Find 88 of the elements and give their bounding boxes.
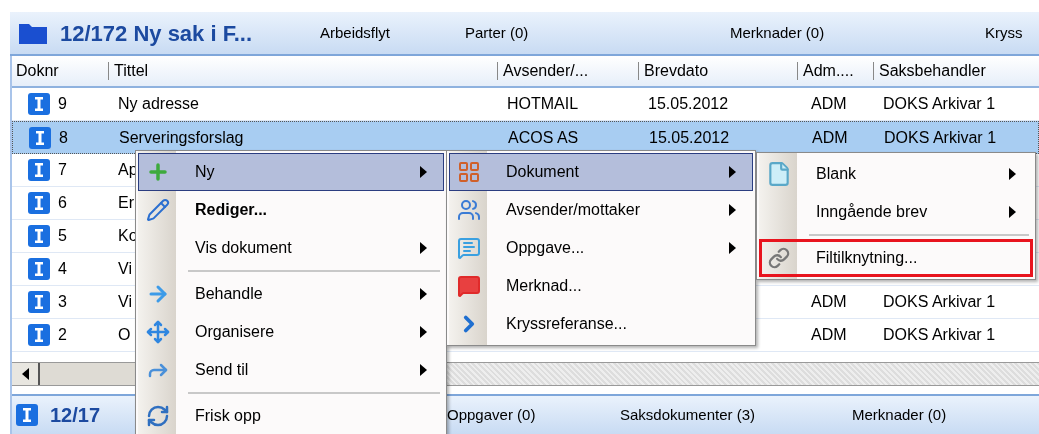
table-cell: Serveringsforslag bbox=[119, 128, 244, 146]
menu-item[interactable]: Behandle bbox=[138, 275, 444, 313]
table-cell-text: 5 bbox=[58, 226, 67, 246]
table-cell: 15.05.2012 bbox=[648, 95, 729, 112]
submenu-arrow-icon bbox=[420, 288, 427, 300]
table-cell-text: 4 bbox=[58, 259, 67, 279]
table-cell-text: 3 bbox=[58, 292, 67, 312]
menu-item[interactable]: Organisere bbox=[138, 313, 444, 351]
document-type-icon bbox=[28, 192, 50, 214]
table-cell: HOTMAIL bbox=[507, 95, 579, 112]
menu-item[interactable]: Avsender/mottaker bbox=[449, 191, 753, 229]
table-cell: DOKS Arkivar 1 bbox=[883, 95, 996, 112]
document-type-icon bbox=[28, 159, 50, 181]
panel-tab[interactable]: Oppgaver (0) bbox=[447, 403, 620, 427]
scroll-left-icon[interactable] bbox=[21, 368, 29, 380]
menu-item[interactable]: Filtilknytning... bbox=[759, 239, 1033, 277]
document-type-icon bbox=[29, 126, 51, 149]
table-cell-text: 2 bbox=[58, 325, 67, 345]
panel-tab[interactable]: Saksdokumenter (3) bbox=[620, 403, 852, 427]
panel-tab[interactable]: Merknader (0) bbox=[852, 403, 1039, 427]
move-icon bbox=[146, 320, 170, 344]
menu-item[interactable]: Inngående brev bbox=[759, 193, 1033, 231]
table-cell: ADM bbox=[811, 293, 847, 310]
menu-item[interactable]: Rediger... bbox=[138, 191, 444, 229]
table-cell: Ny adresse bbox=[118, 95, 199, 112]
panel-tab[interactable]: Merknader (0) bbox=[730, 21, 985, 45]
panel-tab[interactable]: Kryss bbox=[985, 21, 1039, 45]
submenu-arrow-icon bbox=[420, 242, 427, 254]
plus-icon bbox=[146, 160, 170, 184]
submenu-arrow-icon bbox=[1009, 206, 1016, 218]
column-header[interactable]: Adm.... bbox=[803, 59, 854, 83]
task-note-icon bbox=[457, 236, 481, 260]
table-cell: Vi bbox=[118, 293, 132, 310]
submenu-arrow-icon bbox=[729, 204, 736, 216]
submenu-arrow-icon bbox=[729, 166, 736, 178]
panel-tab[interactable]: Arbeidsflyt bbox=[320, 21, 465, 45]
column-header[interactable]: Brevdato bbox=[644, 59, 709, 83]
comment-icon bbox=[457, 274, 481, 298]
people-icon bbox=[457, 198, 481, 222]
menu-item[interactable]: Merknad... bbox=[449, 267, 753, 305]
document-type-icon bbox=[28, 225, 50, 247]
table-cell: ADM bbox=[811, 95, 847, 112]
menu-item[interactable]: Oppgave... bbox=[449, 229, 753, 267]
document-type-icon bbox=[28, 258, 50, 280]
submenu-arrow-icon bbox=[420, 326, 427, 338]
refresh-icon bbox=[146, 404, 170, 428]
document-title: 12/17 bbox=[50, 403, 101, 428]
document-grid-icon bbox=[457, 160, 481, 184]
chain-link-icon bbox=[768, 247, 790, 269]
table-cell: ACOS AS bbox=[508, 128, 579, 146]
menu-item[interactable]: Frisk opp bbox=[138, 397, 444, 434]
pencil-icon bbox=[146, 198, 170, 222]
document-type-icon bbox=[28, 324, 50, 346]
table-cell-text: 9 bbox=[58, 94, 67, 114]
table-row[interactable]: 8 Serveringsforslag ACOS AS 15.05.2012 ADM DOKS Arkivar 1 bbox=[12, 121, 1039, 154]
column-header[interactable]: Tittel bbox=[114, 59, 149, 83]
menu-item[interactable]: Blank bbox=[759, 155, 1033, 193]
table-cell: Er bbox=[118, 194, 134, 211]
table-cell: DOKS Arkivar 1 bbox=[883, 326, 996, 343]
table-cell: Vi bbox=[118, 260, 132, 277]
table-cell: ADM bbox=[812, 128, 848, 146]
table-cell: DOKS Arkivar 1 bbox=[883, 293, 996, 310]
menu-item[interactable]: Ny bbox=[138, 153, 444, 191]
blank-page-icon bbox=[766, 161, 792, 187]
menu-item[interactable]: Send til bbox=[138, 351, 444, 389]
document-type-icon bbox=[28, 93, 50, 115]
table-cell-text: 6 bbox=[58, 193, 67, 213]
panel-tab[interactable]: Parter (0) bbox=[465, 21, 730, 45]
submenu-arrow-icon bbox=[1009, 168, 1016, 180]
submenu-arrow-icon bbox=[420, 364, 427, 376]
document-type-icon bbox=[28, 291, 50, 313]
table-cell-text: 7 bbox=[58, 160, 67, 180]
menu-item[interactable]: Dokument bbox=[449, 153, 753, 191]
column-header[interactable]: Avsender/... bbox=[503, 59, 589, 83]
submenu-arrow-icon bbox=[729, 242, 736, 254]
table-cell: DOKS Arkivar 1 bbox=[884, 128, 997, 146]
table-cell-text: 8 bbox=[59, 127, 68, 148]
table-cell: ADM bbox=[811, 326, 847, 343]
folder-icon bbox=[18, 21, 48, 45]
case-title: 12/172 Ny sak i F... bbox=[60, 19, 253, 48]
table-cell: O bbox=[118, 326, 131, 343]
column-header[interactable]: Doknr bbox=[16, 59, 59, 83]
column-header[interactable]: Saksbehandler bbox=[879, 59, 986, 83]
menu-item[interactable]: Vis dokument bbox=[138, 229, 444, 267]
submenu-arrow-icon bbox=[420, 166, 427, 178]
menu-item[interactable]: Kryssreferanse... bbox=[449, 305, 753, 343]
table-cell: 15.05.2012 bbox=[649, 128, 730, 146]
document-type-icon bbox=[16, 404, 38, 426]
